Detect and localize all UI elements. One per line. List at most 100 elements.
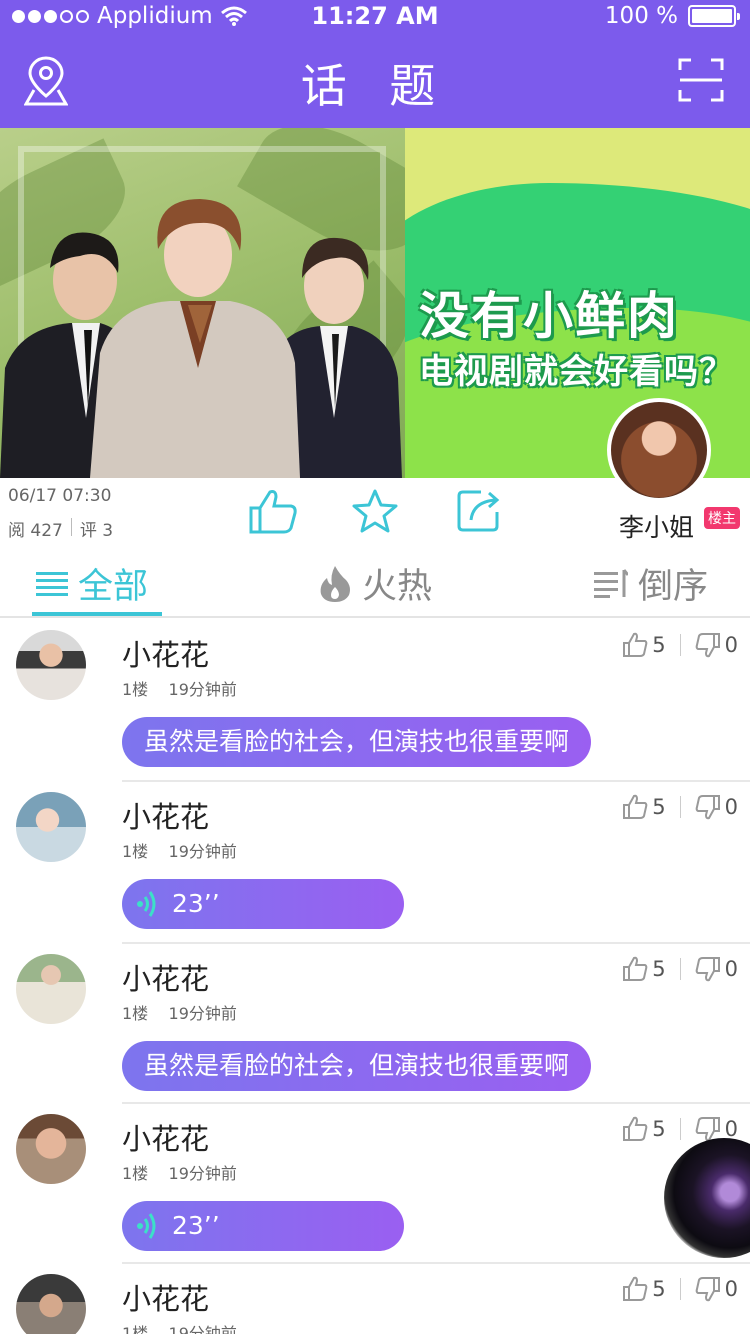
post-date: 06/17 07:30 bbox=[8, 486, 112, 506]
comment-divider bbox=[122, 942, 750, 944]
voice-wave-icon bbox=[137, 891, 156, 917]
scan-icon[interactable] bbox=[678, 58, 724, 102]
comment-time: 19分钟前 bbox=[168, 1324, 237, 1334]
list-icon bbox=[36, 571, 68, 596]
comment-divider bbox=[122, 780, 750, 782]
thumbs-down-icon bbox=[695, 1277, 720, 1302]
thumbs-up-icon bbox=[623, 956, 648, 981]
comment-avatar[interactable] bbox=[16, 792, 86, 862]
tab-hot[interactable]: 火热 bbox=[318, 558, 432, 609]
comment-time: 19分钟前 bbox=[168, 1164, 237, 1183]
comment-votes: 5 0 bbox=[622, 1276, 738, 1302]
comment-dislike-button[interactable]: 0 bbox=[695, 794, 738, 820]
fire-icon bbox=[320, 565, 350, 602]
voice-message-bubble[interactable]: 23’’ bbox=[122, 879, 404, 929]
comment-like-button[interactable]: 5 bbox=[622, 794, 666, 820]
banner-photo bbox=[0, 128, 443, 478]
comment-time: 19分钟前 bbox=[168, 680, 237, 699]
comment-votes: 5 0 bbox=[622, 956, 738, 982]
comment-votes: 5 0 bbox=[622, 794, 738, 820]
camera-lens-icon[interactable] bbox=[664, 1138, 750, 1258]
comment-text-bubble: 虽然是看脸的社会，但演技也很重要啊 bbox=[122, 1041, 592, 1091]
tab-reverse-label: 倒序 bbox=[638, 567, 709, 607]
comment-avatar[interactable] bbox=[16, 954, 86, 1024]
status-right: 100 % bbox=[604, 3, 740, 29]
owner-name[interactable]: 李小姐 bbox=[619, 508, 694, 544]
comment-votes: 5 0 bbox=[622, 632, 738, 658]
comment-meta: 1楼 19分钟前 bbox=[122, 1160, 237, 1184]
comment-like-button[interactable]: 5 bbox=[622, 956, 666, 982]
voice-duration: 23’’ bbox=[172, 889, 220, 918]
sort-icon bbox=[594, 568, 628, 598]
person-figure-icon bbox=[90, 199, 300, 478]
like-button[interactable] bbox=[248, 488, 298, 534]
comment-divider bbox=[122, 1102, 750, 1104]
share-button[interactable] bbox=[455, 488, 505, 534]
thumbs-up-icon bbox=[623, 632, 648, 657]
comment-like-button[interactable]: 5 bbox=[622, 632, 666, 658]
tab-all-label: 全部 bbox=[78, 567, 149, 607]
dislike-count: 0 bbox=[724, 795, 738, 819]
comment-content: 虽然是看脸的社会，但演技也很重要啊 bbox=[144, 727, 570, 756]
comment-text-bubble: 虽然是看脸的社会，但演技也很重要啊 bbox=[122, 717, 592, 767]
comment-author[interactable]: 小花花 bbox=[122, 632, 209, 674]
thumbs-down-icon bbox=[695, 633, 720, 658]
comment-time: 19分钟前 bbox=[168, 842, 237, 861]
comment-avatar[interactable] bbox=[16, 1274, 86, 1334]
voice-wave-icon bbox=[137, 1213, 156, 1239]
owner-avatar[interactable] bbox=[607, 398, 711, 502]
tab-reverse[interactable]: 倒序 bbox=[594, 558, 708, 609]
thumbs-up-icon bbox=[623, 1276, 648, 1301]
banner-subheadline: 电视剧就会好看吗？ bbox=[419, 352, 734, 392]
comment-meta: 1楼 19分钟前 bbox=[122, 1320, 237, 1334]
post-stats: 阅 427 评 3 bbox=[8, 516, 113, 541]
banner-headline: 没有小鲜肉 bbox=[419, 287, 679, 345]
like-count: 5 bbox=[652, 633, 666, 657]
comment-author[interactable]: 小花花 bbox=[122, 1276, 209, 1318]
comment-time: 19分钟前 bbox=[168, 1004, 237, 1023]
tab-hot-label: 火热 bbox=[362, 567, 433, 607]
comment-count: 评 3 bbox=[79, 521, 114, 541]
top-bar: Applidium 11:27 AM 100 % 话 题 bbox=[0, 0, 750, 128]
comment-author[interactable]: 小花花 bbox=[122, 1116, 209, 1158]
read-count: 阅 427 bbox=[8, 521, 63, 541]
favorite-button[interactable] bbox=[350, 488, 400, 534]
thumbs-up-icon bbox=[623, 1116, 648, 1141]
battery-icon bbox=[688, 5, 740, 27]
thumbs-down-icon bbox=[695, 795, 720, 820]
comment-like-button[interactable]: 5 bbox=[622, 1116, 666, 1142]
comment-tabs: 全部 火热 倒序 bbox=[0, 546, 750, 618]
comment-avatar[interactable] bbox=[16, 1114, 86, 1184]
comment-author[interactable]: 小花花 bbox=[122, 794, 209, 836]
comment-avatar[interactable] bbox=[16, 630, 86, 700]
battery-label: 100 % bbox=[604, 3, 678, 29]
thumbs-up-icon bbox=[623, 794, 648, 819]
comment-meta: 1楼 19分钟前 bbox=[122, 838, 237, 862]
comment-floor: 1楼 bbox=[122, 842, 149, 861]
comment-floor: 1楼 bbox=[122, 1164, 149, 1183]
comment-floor: 1楼 bbox=[122, 1004, 149, 1023]
tab-active-indicator bbox=[32, 612, 162, 616]
tab-all[interactable]: 全部 bbox=[36, 558, 148, 609]
comment-dislike-button[interactable]: 0 bbox=[695, 956, 738, 982]
comment-dislike-button[interactable]: 0 bbox=[695, 1276, 738, 1302]
comment-content: 虽然是看脸的社会，但演技也很重要啊 bbox=[144, 1051, 570, 1080]
like-count: 5 bbox=[652, 795, 666, 819]
dislike-count: 0 bbox=[724, 1277, 738, 1301]
like-count: 5 bbox=[652, 957, 666, 981]
comment-author[interactable]: 小花花 bbox=[122, 956, 209, 998]
thumbs-down-icon bbox=[695, 957, 720, 982]
voice-message-bubble[interactable]: 23’’ bbox=[122, 1201, 404, 1251]
comment-meta: 1楼 19分钟前 bbox=[122, 676, 237, 700]
comment-floor: 1楼 bbox=[122, 1324, 149, 1334]
status-bar: Applidium 11:27 AM 100 % bbox=[0, 0, 750, 34]
comment-meta: 1楼 19分钟前 bbox=[122, 1000, 237, 1024]
comment-floor: 1楼 bbox=[122, 680, 149, 699]
comment-divider bbox=[122, 1262, 750, 1264]
comment-like-button[interactable]: 5 bbox=[622, 1276, 666, 1302]
owner-badge: 楼主 bbox=[704, 507, 740, 529]
dislike-count: 0 bbox=[724, 957, 738, 981]
like-count: 5 bbox=[652, 1117, 666, 1141]
voice-duration: 23’’ bbox=[172, 1211, 220, 1240]
comment-dislike-button[interactable]: 0 bbox=[695, 632, 738, 658]
